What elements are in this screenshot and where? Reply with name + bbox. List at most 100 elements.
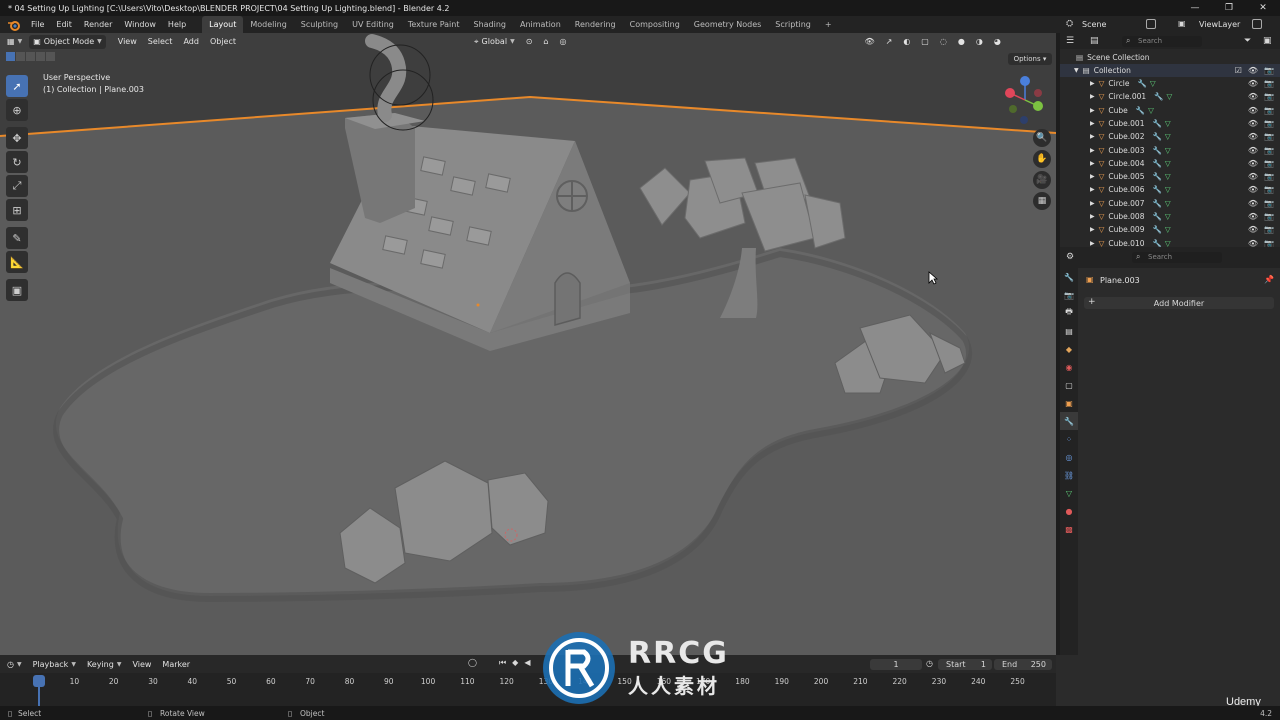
eye-icon[interactable]: 👁 <box>1248 225 1258 234</box>
outliner-object-row[interactable]: ▶ ▽ Circle 🔧 ▽ 👁 📷 <box>1060 77 1280 90</box>
tab-geometry-nodes[interactable]: Geometry Nodes <box>687 16 768 33</box>
gizmo-toggle-icon[interactable]: ↗ <box>882 35 897 49</box>
exclude-checkbox-icon[interactable]: ☑ <box>1235 66 1242 75</box>
particles-tab-icon[interactable]: ⁘ <box>1060 430 1078 448</box>
pan-hand-icon[interactable]: ✋ <box>1033 150 1051 168</box>
filter-icon[interactable]: ⏷ <box>1244 36 1251 46</box>
scene-icon[interactable]: ⛭ <box>1066 19 1073 29</box>
view-layer-icon[interactable]: ▣ <box>1178 19 1186 28</box>
eye-icon[interactable]: 👁 <box>1248 132 1258 141</box>
proportional-edit-icon[interactable]: ◎ <box>555 35 570 49</box>
material-tab-icon[interactable]: ● <box>1060 502 1078 520</box>
constraints-tab-icon[interactable]: ⛓ <box>1060 466 1078 484</box>
camera-icon[interactable]: 📷 <box>1264 106 1274 115</box>
expand-chevron-icon[interactable]: ▶ <box>1090 147 1095 154</box>
expand-chevron-icon[interactable]: ▶ <box>1090 160 1095 167</box>
select-mode-extend-icon[interactable] <box>16 52 25 61</box>
scale-tool-icon[interactable]: ⤢ <box>6 175 28 197</box>
record-icon[interactable]: ◯ <box>468 658 477 668</box>
expand-chevron-icon[interactable]: ▶ <box>1090 93 1095 100</box>
world-tab-icon[interactable]: ◉ <box>1060 358 1078 376</box>
shading-material-icon[interactable]: ◑ <box>972 35 987 49</box>
camera-icon[interactable]: 📷 <box>1264 79 1274 88</box>
eye-icon[interactable]: 👁 <box>1248 119 1258 128</box>
eye-icon[interactable]: 👁 <box>1248 106 1258 115</box>
data-tab-icon[interactable]: ▽ <box>1060 484 1078 502</box>
add-cube-tool-icon[interactable]: ▣ <box>6 279 28 301</box>
output-tab-icon[interactable]: 🖶 <box>1060 304 1078 322</box>
menu-view[interactable]: View <box>114 35 141 49</box>
eye-icon[interactable]: 👁 <box>1248 159 1258 168</box>
menu-timeline-view[interactable]: View <box>128 657 155 671</box>
outliner-search[interactable]: ⌕ Search <box>1122 36 1202 47</box>
3d-viewport[interactable]: ▦ ▼ ▣ Object Mode ▼ View Select Add Object … <box>0 33 1056 655</box>
camera-icon[interactable]: 📷 <box>1264 185 1274 194</box>
tab-modeling[interactable]: Modeling <box>243 16 293 33</box>
select-tool-icon[interactable]: ➚ <box>6 75 28 97</box>
navigation-gizmo[interactable] <box>1000 73 1050 125</box>
expand-chevron-icon[interactable]: ▶ <box>1090 80 1095 87</box>
outliner-object-row[interactable]: ▶ ▽ Cube.002 🔧 ▽ 👁 📷 <box>1060 130 1280 143</box>
outliner-object-row[interactable]: ▶ ▽ Cube.007 🔧 ▽ 👁 📷 <box>1060 197 1280 210</box>
expand-chevron-icon[interactable]: ▶ <box>1090 107 1095 114</box>
select-mode-subtract-icon[interactable] <box>26 52 35 61</box>
physics-tab-icon[interactable]: ◎ <box>1060 448 1078 466</box>
menu-window[interactable]: Window <box>118 16 162 33</box>
editor-type-icon[interactable]: ▦ ▼ <box>3 35 26 49</box>
menu-render[interactable]: Render <box>78 16 118 33</box>
outliner-object-row[interactable]: ▶ ▽ Cube.005 🔧 ▽ 👁 📷 <box>1060 170 1280 183</box>
camera-icon[interactable]: 📷 <box>1264 119 1274 128</box>
move-tool-icon[interactable]: ✥ <box>6 127 28 149</box>
outliner-object-row[interactable]: ▶ ▽ Cube.001 🔧 ▽ 👁 📷 <box>1060 117 1280 130</box>
jump-start-icon[interactable]: ⏮ <box>499 658 506 668</box>
view-layer-tab-icon[interactable]: ▤ <box>1060 322 1078 340</box>
visibility-icon[interactable]: 👁 <box>860 35 878 49</box>
menu-edit[interactable]: Edit <box>50 16 78 33</box>
expand-chevron-icon[interactable]: ▶ <box>1090 186 1095 193</box>
new-scene-icon[interactable] <box>1146 19 1156 29</box>
shading-rendered-icon[interactable]: ◕ <box>990 35 1005 49</box>
modifier-tab-icon[interactable]: 🔧 <box>1060 412 1078 430</box>
overlay-toggle-icon[interactable]: ◐ <box>899 35 914 49</box>
current-frame-field[interactable]: 1 <box>870 659 922 670</box>
outliner-root-row[interactable]: ▤ Scene Collection <box>1060 51 1280 64</box>
annotate-tool-icon[interactable]: ✎ <box>6 227 28 249</box>
outliner-editor-icon[interactable]: ☰ <box>1066 36 1074 46</box>
texture-tab-icon[interactable]: ▩ <box>1060 520 1078 538</box>
properties-editor-icon[interactable]: ⚙ <box>1066 252 1074 262</box>
menu-keying[interactable]: Keying ▼ <box>83 657 126 671</box>
outliner-object-row[interactable]: ▶ ▽ Cube.009 🔧 ▽ 👁 📷 <box>1060 223 1280 236</box>
select-mode-invert-icon[interactable] <box>36 52 45 61</box>
tab-animation[interactable]: Animation <box>513 16 568 33</box>
menu-select[interactable]: Select <box>144 35 177 49</box>
transform-tool-icon[interactable]: ⊞ <box>6 199 28 221</box>
tab-texture-paint[interactable]: Texture Paint <box>401 16 467 33</box>
blender-logo-icon[interactable] <box>7 19 21 31</box>
tab-rendering[interactable]: Rendering <box>568 16 623 33</box>
add-modifier-button[interactable]: + Add Modifier <box>1084 297 1274 309</box>
timeline-editor-icon[interactable]: ◷ ▼ <box>3 657 26 671</box>
object-tab-icon[interactable]: ▣ <box>1060 394 1078 412</box>
new-collection-icon[interactable]: ▣ <box>1263 36 1272 46</box>
clock-icon[interactable]: ◷ <box>926 659 933 668</box>
start-frame-field[interactable]: Start 1 <box>938 659 992 670</box>
eye-icon[interactable]: 👁 <box>1248 79 1258 88</box>
tab-compositing[interactable]: Compositing <box>623 16 687 33</box>
expand-chevron-icon[interactable]: ▶ <box>1090 173 1095 180</box>
maximize-icon[interactable]: ❐ <box>1212 0 1246 16</box>
outliner-object-row[interactable]: ▶ ▽ Cube.008 🔧 ▽ 👁 📷 <box>1060 210 1280 223</box>
tab-layout[interactable]: Layout <box>202 16 244 33</box>
expand-chevron-icon[interactable]: ▶ <box>1090 133 1095 140</box>
eye-icon[interactable]: 👁 <box>1248 185 1258 194</box>
expand-chevron-icon[interactable]: ▶ <box>1090 120 1095 127</box>
eye-icon[interactable]: 👁 <box>1248 199 1258 208</box>
properties-search[interactable]: ⌕ Search <box>1132 252 1222 263</box>
tab-sculpting[interactable]: Sculpting <box>294 16 345 33</box>
camera-view-icon[interactable]: 🎥 <box>1033 171 1051 189</box>
camera-icon[interactable]: 📷 <box>1264 146 1274 155</box>
expand-chevron-icon[interactable]: ▶ <box>1090 240 1095 247</box>
snap-icon[interactable]: ⌂ <box>539 35 552 49</box>
ortho-grid-icon[interactable]: ▦ <box>1033 192 1051 210</box>
eye-icon[interactable]: 👁 <box>1248 212 1258 221</box>
camera-icon[interactable]: 📷 <box>1264 92 1274 101</box>
